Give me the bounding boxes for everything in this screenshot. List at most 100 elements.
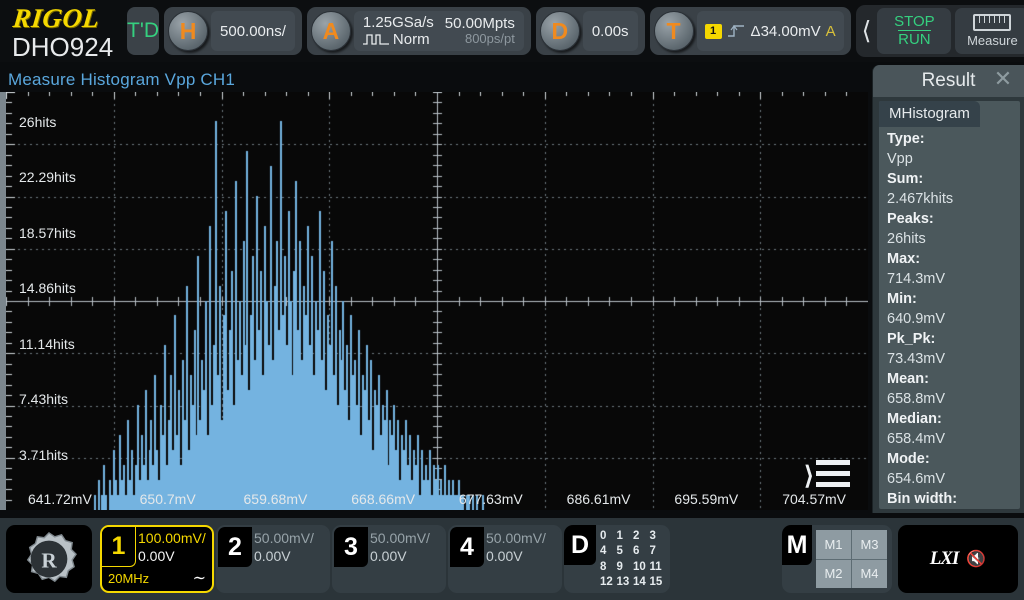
trigger-source-badge: 1 (704, 23, 722, 39)
y-axis-tick-label: 26hits (19, 113, 57, 130)
digital-channel-label[interactable]: 11 (650, 560, 667, 574)
result-key: Mean: (887, 371, 929, 387)
trigger-group[interactable]: T 1 Δ34.00mV A (649, 7, 851, 55)
channel-number-2: 2 (218, 527, 252, 567)
digital-channel-label[interactable]: 4 (600, 544, 617, 558)
channel-scale-1: 100.00mV/ (138, 530, 206, 546)
result-value: 640.9mV (887, 311, 946, 327)
result-measurement-list: Type: Vpp Sum: 2.467khits Peaks: 26hits Max: 71… (879, 129, 1020, 509)
math-slot-m4[interactable]: M4 (852, 559, 887, 588)
speaker-mute-icon[interactable]: 🔇 (966, 549, 986, 569)
result-value: 714.3mV (887, 271, 946, 287)
brand-logo: RIGOL DHO924 (4, 3, 122, 60)
trigger-status-indicator[interactable]: T'D (127, 7, 160, 55)
measure-button[interactable]: Measure (955, 8, 1024, 54)
result-value: 2.467khits (887, 191, 954, 207)
memory-depth-value: 50.00Mpts (444, 14, 515, 32)
expand-menu-icon[interactable]: ⟩ (804, 458, 850, 492)
digital-channel-label[interactable]: 15 (650, 575, 667, 589)
bottom-bar: R 1 100.00mV/ 0.00V 20MHz ∼ 2 50.00mV/ 0… (0, 518, 1024, 600)
digital-channel-label[interactable]: 7 (650, 544, 667, 558)
channel-tile-2[interactable]: 2 50.00mV/ 0.00V (216, 525, 330, 593)
y-axis-tick-label: 14.86hits (19, 280, 76, 297)
acquire-mode-value: Norm (392, 31, 430, 48)
resolution-value: 800ps/pt (464, 31, 515, 47)
digital-channel-label[interactable]: 12 (600, 575, 617, 589)
delay-knob-label: D (551, 17, 569, 44)
result-value: 654.6mV (887, 471, 946, 487)
close-icon[interactable]: ✕ (992, 68, 1014, 91)
lxi-label: LXI (929, 548, 960, 569)
result-key: Median: (887, 411, 942, 427)
math-slot-m1[interactable]: M1 (816, 530, 851, 559)
digital-tile-label: D (564, 525, 596, 565)
math-slots-grid: M1 M3 M2 M4 (816, 530, 887, 588)
x-axis-tick-label: 686.61mV (566, 491, 631, 507)
result-tab-mhistogram[interactable]: MHistogram (879, 101, 980, 127)
result-value: 73.43mV (887, 351, 946, 367)
ac-coupling-icon: ∼ (192, 570, 206, 587)
trigger-level-value: Δ34.00mV (750, 22, 821, 40)
channel-values-2: 50.00mV/ 0.00V (254, 530, 314, 565)
horizontal-knob-icon[interactable]: H (168, 11, 209, 51)
horizontal-group[interactable]: H 500.00ns/ (164, 7, 302, 55)
result-key: Bin width: (887, 491, 958, 507)
digital-channel-label[interactable]: 5 (617, 544, 634, 558)
math-slot-m2[interactable]: M2 (816, 559, 851, 588)
delay-readout[interactable]: 0.00s (582, 11, 638, 51)
delay-group[interactable]: D 0.00s (535, 7, 645, 55)
x-axis-tick-label: 695.59mV (674, 491, 739, 507)
trigger-knob-icon[interactable]: T (653, 11, 694, 51)
ruler-icon (973, 14, 1012, 31)
timebase-readout[interactable]: 500.00ns/ (211, 11, 295, 51)
result-key: Type: (887, 131, 925, 147)
channel-bandwidth-1: 20MHz (108, 570, 150, 586)
channel-number-1: 1 (102, 527, 136, 567)
rigol-gear-logo-button[interactable]: R (6, 525, 92, 593)
result-panel[interactable]: Result ✕ MHistogram Type: Vpp Sum: 2.467khi… (872, 65, 1024, 513)
y-axis-tick-label: 22.29hits (19, 169, 76, 186)
timebase-value: 500.00ns/ (220, 22, 286, 40)
acquire-knob-label: A (322, 17, 340, 44)
result-panel-body: MHistogram Type: Vpp Sum: 2.467khits Peaks: 2… (879, 101, 1020, 509)
digital-channel-label[interactable]: 8 (600, 560, 617, 574)
channel-scale-2: 50.00mV/ (254, 530, 314, 546)
digital-channel-label[interactable]: 14 (633, 575, 650, 589)
chevron-left-icon[interactable]: ⟨ (860, 18, 874, 44)
histogram-canvas (6, 92, 868, 510)
digital-channel-label[interactable]: 10 (633, 560, 650, 574)
acquire-readout[interactable]: 1.25GSa/s Norm 50.00Mpts 800ps/pt (353, 11, 524, 51)
y-axis-tick-label: 11.14hits (19, 335, 75, 352)
channel-scale-4: 50.00mV/ (486, 530, 546, 546)
digital-channel-label[interactable]: 6 (633, 544, 650, 558)
stop-run-button[interactable]: STOP RUN (877, 8, 952, 54)
math-tile[interactable]: M M1 M3 M2 M4 (782, 525, 892, 593)
channel-offset-1: 0.00V (138, 547, 175, 564)
acquire-group[interactable]: A 1.25GSa/s Norm 50.00Mpts 800ps/pt (306, 7, 531, 55)
channel-footer-1: 20MHz ∼ (108, 568, 206, 588)
brand-name: RIGOL (11, 3, 102, 33)
delay-knob-icon[interactable]: D (539, 11, 580, 51)
run-label: RUN (898, 30, 931, 48)
channel-tile-1[interactable]: 1 100.00mV/ 0.00V 20MHz ∼ (100, 525, 214, 593)
channel-tile-4[interactable]: 4 50.00mV/ 0.00V (448, 525, 562, 593)
channel-tile-3[interactable]: 3 50.00mV/ 0.00V (332, 525, 446, 593)
digital-channel-grid: 0 1 2 3 4 5 6 7 8 9 10 11 12 13 14 15 (600, 529, 666, 590)
digital-channel-label[interactable]: 9 (617, 560, 634, 574)
histogram-plot-area[interactable]: 26hits 22.29hits 18.57hits 14.86hits 11.14hi… (6, 92, 868, 510)
digital-channels-tile[interactable]: D 0 1 2 3 4 5 6 7 8 9 10 11 12 13 14 15 (564, 525, 670, 593)
digital-channel-label[interactable]: 0 (600, 529, 617, 543)
digital-channel-label[interactable]: 13 (617, 575, 634, 589)
acquire-knob-icon[interactable]: A (310, 11, 351, 51)
digital-channel-label[interactable]: 1 (617, 529, 634, 543)
y-axis-tick-label: 18.57hits (19, 224, 76, 241)
result-value: 26hits (887, 231, 926, 247)
digital-channel-label[interactable]: 2 (633, 529, 650, 543)
horizontal-knob-label: H (179, 17, 197, 44)
trigger-readout[interactable]: 1 Δ34.00mV A (696, 11, 844, 51)
lxi-status-tile[interactable]: LXI 🔇 (898, 525, 1018, 593)
x-axis-tick-label: 704.57mV (782, 491, 847, 507)
digital-channel-label[interactable]: 3 (650, 529, 667, 543)
channel-values-4: 50.00mV/ 0.00V (486, 530, 546, 565)
math-slot-m3[interactable]: M3 (852, 530, 887, 559)
